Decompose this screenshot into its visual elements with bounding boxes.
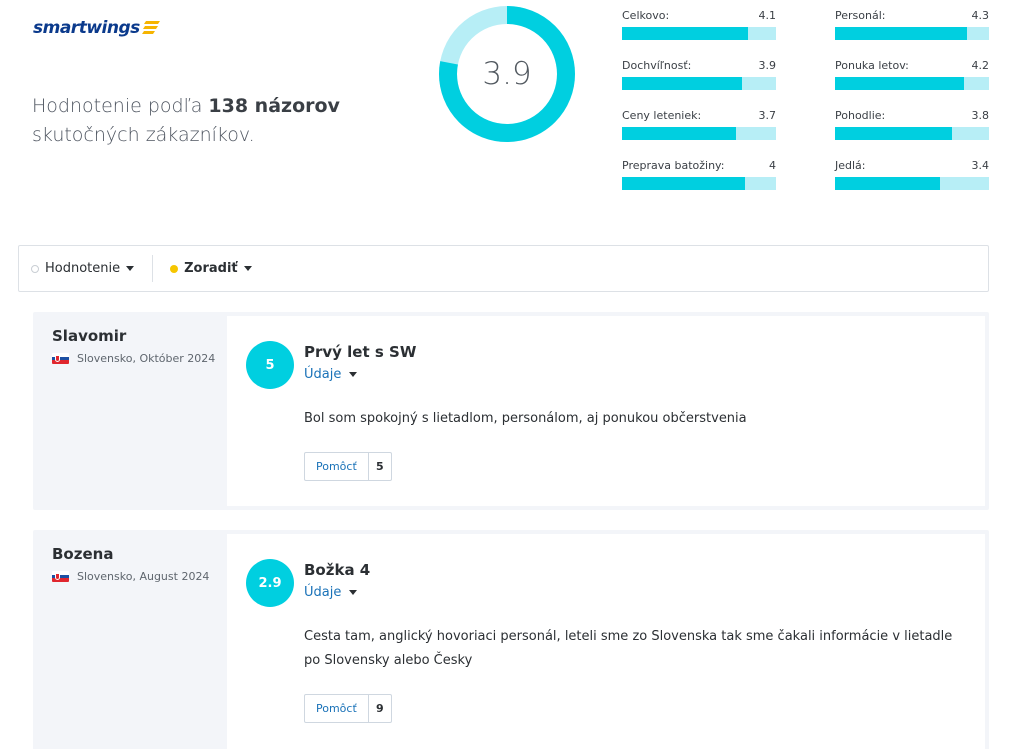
rating-summary: Hodnotenie podľa 138 názorov skutočných … [32, 92, 352, 150]
metric-bar [622, 177, 776, 190]
details-label: Údaje [304, 585, 342, 600]
details-toggle[interactable]: Údaje [304, 585, 358, 600]
review-card: 2.9 Božka 4 Údaje Cesta tam, anglický ho… [227, 534, 985, 749]
metric-bar-fill [622, 27, 749, 40]
metric-item: Ponuka letov: 4.2 [835, 58, 989, 90]
reviewer-info: Bozena Slovensko, August 2024 [33, 530, 227, 749]
helpful-button[interactable]: Pomôcť [305, 453, 369, 480]
reviewer-origin: Slovensko, August 2024 [52, 570, 227, 583]
review-item: Slavomir Slovensko, Október 2024 5 Prvý … [33, 312, 989, 510]
metric-label: Celkovo: [622, 9, 670, 22]
metric-bar-fill [622, 77, 743, 90]
metric-header: Dochvíľnosť: 3.9 [622, 58, 776, 74]
metric-bar [622, 127, 776, 140]
metric-bar-fill [835, 77, 965, 90]
summary-suffix: skutočných zákazníkov. [32, 124, 255, 146]
metric-header: Personál: 4.3 [835, 8, 989, 24]
metric-value: 3.9 [758, 59, 777, 72]
metric-value: 4.2 [971, 59, 990, 72]
details-label: Údaje [304, 367, 342, 382]
metric-header: Preprava batožiny: 4 [622, 158, 776, 174]
reviewer-name: Slavomir [52, 327, 127, 345]
brand-name: smartwings [33, 18, 140, 38]
origin-text: Slovensko, Október 2024 [77, 352, 216, 365]
reviewer-name: Bozena [52, 545, 114, 563]
metric-bar [622, 27, 776, 40]
metric-label: Personál: [835, 9, 886, 22]
metric-bar [835, 77, 989, 90]
helpful-count: 5 [375, 460, 384, 473]
metric-item: Pohodlie: 3.8 [835, 108, 989, 140]
metric-item: Dochvíľnosť: 3.9 [622, 58, 776, 90]
metric-item: Personál: 4.3 [835, 8, 989, 40]
metric-bar [835, 177, 989, 190]
reviewer-origin: Slovensko, Október 2024 [52, 352, 227, 365]
metric-value: 4.1 [758, 9, 777, 22]
helpful-button[interactable]: Pomôcť [305, 695, 369, 722]
rating-filter-label: Hodnotenie [45, 261, 121, 276]
overall-score: 3.9 [482, 56, 532, 92]
summary-prefix: Hodnotenie podľa [32, 95, 209, 117]
review-score-badge: 5 [246, 341, 294, 389]
review-title: Prvý let s SW [304, 343, 417, 361]
review-title: Božka 4 [304, 561, 371, 579]
metric-header: Pohodlie: 3.8 [835, 108, 989, 124]
review-text: Bol som spokojný s lietadlom, personálom… [304, 411, 747, 426]
reviewer-info: Slavomir Slovensko, Október 2024 [33, 312, 227, 510]
metric-label: Preprava batožiny: [622, 159, 725, 172]
review-card: 5 Prvý let s SW Údaje Bol som spokojný s… [227, 316, 985, 506]
metric-value: 4.3 [971, 9, 990, 22]
review-text: Cesta tam, anglický hovoriaci personál, … [304, 629, 953, 668]
metric-bar-fill [835, 127, 953, 140]
metric-label: Jedlá: [835, 159, 866, 172]
helpful-group: Pomôcť 9 [304, 694, 392, 723]
chevron-down-icon [349, 372, 358, 377]
metric-header: Ponuka letov: 4.2 [835, 58, 989, 74]
metric-label: Pohodlie: [835, 109, 886, 122]
metric-item: Preprava batožiny: 4 [622, 158, 776, 190]
brand-logo[interactable]: smartwings [33, 16, 160, 40]
helpful-count: 9 [375, 702, 384, 715]
slovakia-flag-icon [52, 571, 69, 582]
rating-filter-dropdown[interactable]: Hodnotenie [19, 246, 152, 291]
metric-value: 4 [769, 159, 776, 172]
sort-label: Zoradiť [184, 261, 238, 276]
metric-header: Jedlá: 3.4 [835, 158, 989, 174]
metric-header: Ceny leteniek: 3.7 [622, 108, 776, 124]
chevron-down-icon [349, 590, 358, 595]
metric-bar-fill [622, 177, 746, 190]
metric-value: 3.4 [971, 159, 990, 172]
metric-label: Ponuka letov: [835, 59, 909, 72]
active-dot-icon [170, 264, 179, 273]
metric-label: Ceny leteniek: [622, 109, 702, 122]
sort-dropdown[interactable]: Zoradiť [153, 246, 252, 291]
wing-logo-icon [141, 21, 160, 34]
metric-header: Celkovo: 4.1 [622, 8, 776, 24]
review-item: Bozena Slovensko, August 2024 2.9 Božka … [33, 530, 989, 749]
metric-value: 3.8 [971, 109, 990, 122]
details-toggle[interactable]: Údaje [304, 367, 358, 382]
metric-bar-fill [835, 27, 968, 40]
chevron-down-icon [126, 266, 135, 271]
slovakia-flag-icon [52, 353, 69, 364]
metric-value: 3.7 [758, 109, 777, 122]
metric-bar [835, 127, 989, 140]
metric-item: Celkovo: 4.1 [622, 8, 776, 40]
status-dot-icon [31, 264, 39, 273]
metric-bar-fill [835, 177, 940, 190]
review-count: 138 názorov [208, 95, 340, 117]
metric-item: Ceny leteniek: 3.7 [622, 108, 776, 140]
origin-text: Slovensko, August 2024 [77, 570, 210, 583]
filter-bar: Hodnotenie Zoradiť [18, 245, 989, 292]
helpful-group: Pomôcť 5 [304, 452, 392, 481]
metric-bar [622, 77, 776, 90]
metric-item: Jedlá: 3.4 [835, 158, 989, 190]
review-score-badge: 2.9 [246, 559, 294, 607]
metric-label: Dochvíľnosť: [622, 59, 692, 72]
metric-bar [835, 27, 989, 40]
chevron-down-icon [243, 266, 252, 271]
metric-bar-fill [622, 127, 736, 140]
